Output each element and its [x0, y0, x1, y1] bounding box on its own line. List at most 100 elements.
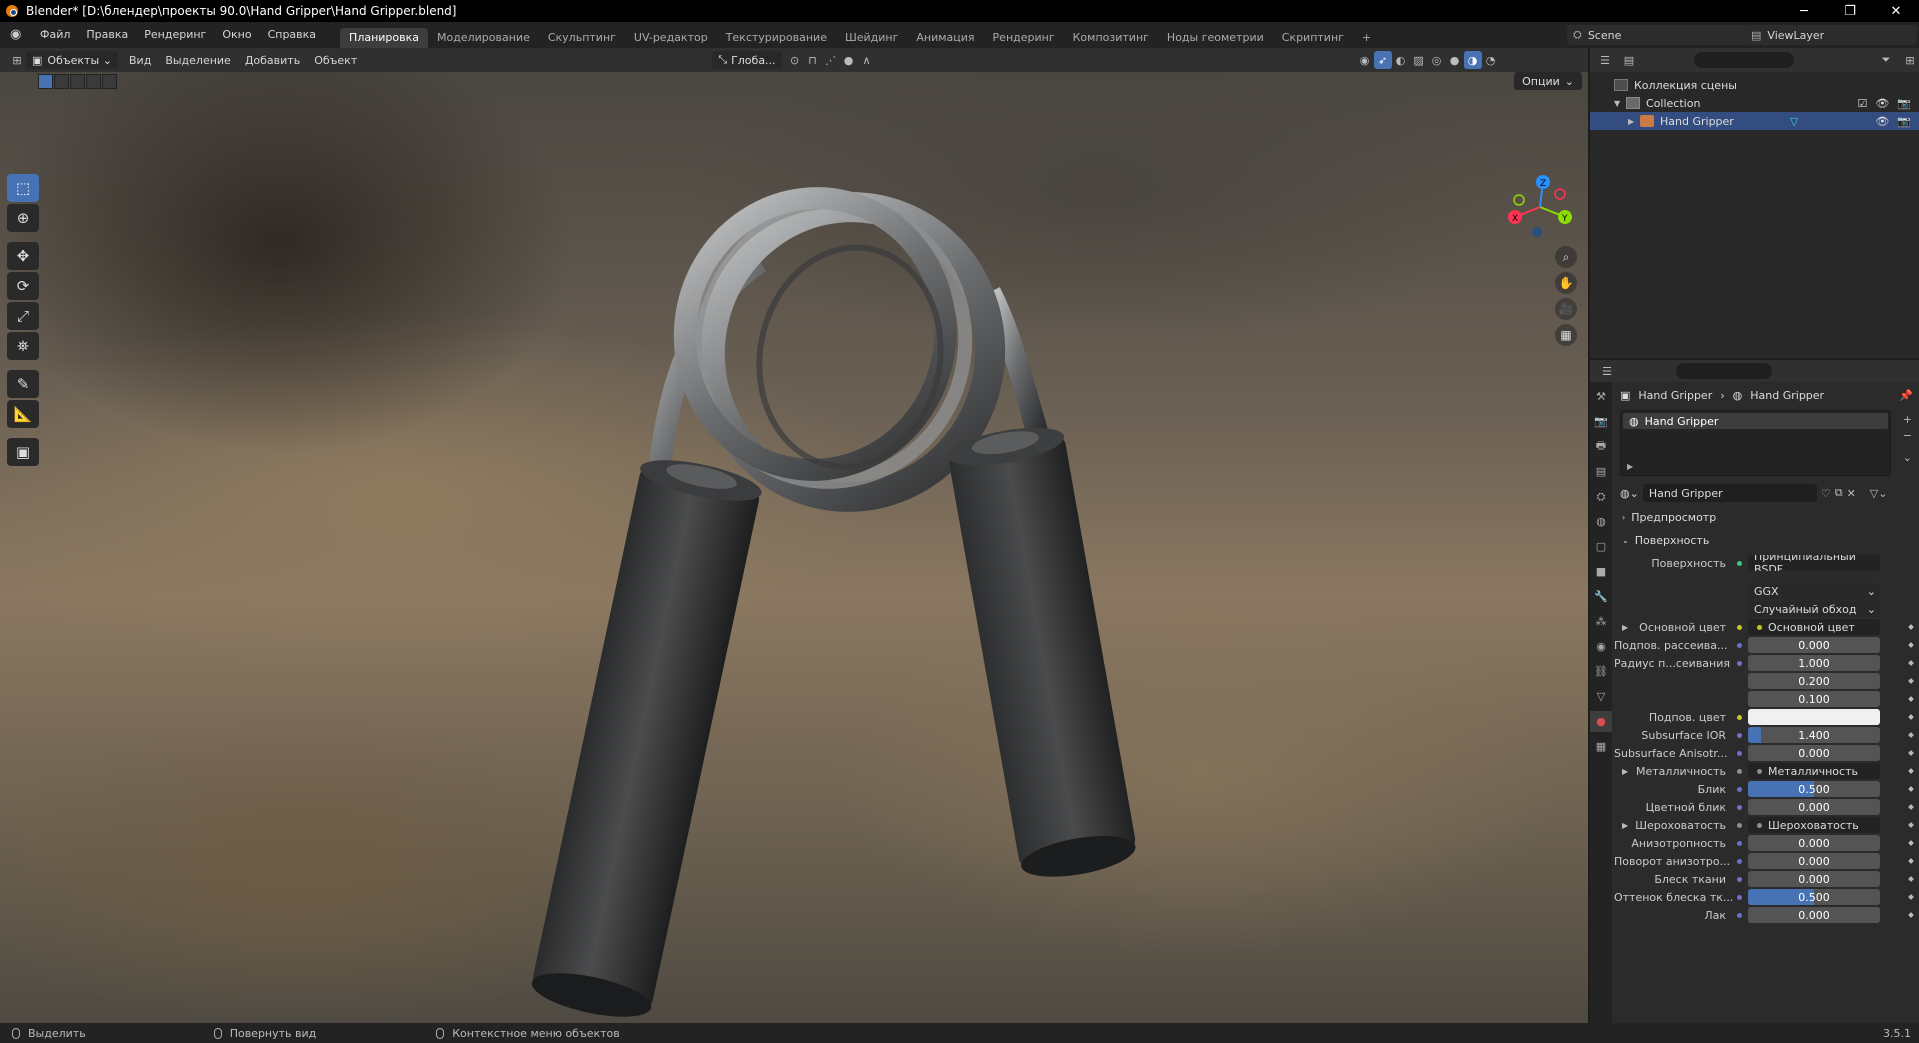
pan-hand-icon[interactable]: ✋ — [1555, 272, 1577, 294]
hand-gripper-model[interactable] — [0, 72, 1588, 1023]
add-workspace-button[interactable]: + — [1353, 28, 1380, 48]
filter-icon[interactable]: ⏷ — [1877, 51, 1895, 69]
measure-tool[interactable]: 📐 — [7, 400, 39, 428]
pivot-icon[interactable]: ⊙ — [786, 51, 804, 69]
rendered-shading-icon[interactable]: ◔ — [1482, 51, 1500, 69]
rotate-tool[interactable]: ⟳ — [7, 272, 39, 300]
maximize-button[interactable]: ❐ — [1827, 0, 1873, 22]
properties-search-input[interactable] — [1676, 363, 1772, 379]
keyframe-icon[interactable] — [1908, 804, 1914, 810]
keyframe-icon[interactable] — [1908, 696, 1914, 702]
keyframe-icon[interactable] — [1908, 678, 1914, 684]
socket-icon[interactable] — [1734, 820, 1744, 830]
object-tab-icon[interactable]: ■ — [1590, 561, 1612, 582]
scene-selector[interactable]: ⛭ Scene — [1567, 25, 1747, 45]
material-browse-icon[interactable]: ◍⌄ — [1620, 487, 1639, 500]
tab-shading[interactable]: Шейдинг — [836, 28, 907, 48]
tab-texture-paint[interactable]: Текстурирование — [717, 28, 836, 48]
gizmo-toggle-icon[interactable]: ➶ — [1373, 51, 1392, 69]
keyframe-icon[interactable] — [1908, 768, 1914, 774]
camera-icon[interactable]: 📷 — [1897, 115, 1911, 128]
unlink-material-icon[interactable]: ✕ — [1847, 487, 1856, 500]
menu-object[interactable]: Объект — [307, 54, 364, 67]
material-name-field[interactable]: Hand Gripper — [1642, 484, 1817, 502]
tab-animation[interactable]: Анимация — [907, 28, 983, 48]
socket-icon[interactable] — [1734, 838, 1744, 848]
socket-icon[interactable] — [1734, 784, 1744, 794]
keyframe-icon[interactable] — [1908, 822, 1914, 828]
snap-icon[interactable]: ⊓ — [804, 51, 822, 69]
surface-shader-field[interactable]: Принципиальный BSDF — [1748, 555, 1880, 571]
tab-uv-editing[interactable]: UV-редактор — [625, 28, 717, 48]
linked-input-field[interactable]: Шероховатость — [1748, 817, 1880, 833]
tab-compositing[interactable]: Композитинг — [1064, 28, 1158, 48]
grid-perspective-icon[interactable]: ▦ — [1555, 324, 1577, 346]
close-button[interactable]: ✕ — [1873, 0, 1919, 22]
number-field[interactable]: 1.400 — [1748, 727, 1880, 743]
keyframe-icon[interactable] — [1908, 876, 1914, 882]
keyframe-icon[interactable] — [1908, 732, 1914, 738]
material-type-icon[interactable]: ▽⌄ — [1870, 487, 1888, 500]
expand-arrow-icon[interactable]: ▶ — [1622, 623, 1628, 632]
material-preview-icon[interactable]: ◑ — [1463, 51, 1482, 69]
keyframe-icon[interactable] — [1908, 660, 1914, 666]
remove-slot-button[interactable]: − — [1903, 429, 1912, 442]
constraints-tab-icon[interactable]: ⛓ — [1590, 661, 1612, 682]
socket-icon[interactable] — [1734, 910, 1744, 920]
overlay-toggle-icon[interactable]: ◐ — [1392, 51, 1410, 69]
number-field[interactable]: 0.000 — [1748, 871, 1880, 887]
surface-panel-header[interactable]: ⌄ Поверхность — [1614, 530, 1919, 550]
keyframe-icon[interactable] — [1908, 642, 1914, 648]
socket-icon[interactable] — [1734, 712, 1744, 722]
editor-type-icon[interactable]: ☰ — [1598, 362, 1616, 380]
number-field[interactable]: 1.000 — [1748, 655, 1880, 671]
display-mode-icon[interactable]: ▤ — [1620, 51, 1638, 69]
zoom-icon[interactable]: ⌕ — [1555, 246, 1577, 268]
navigation-gizmo[interactable]: Y X Z — [1505, 172, 1575, 242]
keyframe-icon[interactable] — [1908, 912, 1914, 918]
socket-icon[interactable] — [1734, 640, 1744, 650]
blender-menu-icon[interactable]: ◉ — [10, 28, 24, 42]
render-tab-icon[interactable]: 📷 — [1590, 411, 1612, 432]
3d-viewport[interactable]: Опции ⌄ ⬚ ⊕ ✥ ⟳ ⤢ ⛯ ✎ 📐 ▣ Y X Z ⌕ ✋ 🎥 ▦ — [0, 72, 1588, 1023]
transform-tool[interactable]: ⛯ — [7, 332, 39, 360]
outliner-search-input[interactable] — [1694, 52, 1794, 68]
wireframe-shading-icon[interactable]: ◎ — [1428, 51, 1446, 69]
expand-arrow-icon[interactable]: ▶ — [1622, 821, 1628, 830]
menu-window[interactable]: Окно — [214, 22, 259, 48]
new-collection-icon[interactable]: ⊞ — [1901, 51, 1919, 69]
add-slot-button[interactable]: + — [1903, 413, 1912, 426]
socket-icon[interactable] — [1734, 892, 1744, 902]
xray-icon[interactable]: ▨ — [1410, 51, 1428, 69]
linked-input-field[interactable]: Основной цвет — [1748, 619, 1880, 635]
editor-type-icon[interactable]: ⊞ — [8, 51, 26, 69]
select-box-tool[interactable]: ⬚ — [7, 174, 39, 202]
number-field[interactable]: 0.000 — [1748, 799, 1880, 815]
minimize-button[interactable]: ─ — [1781, 0, 1827, 22]
checkbox-icon[interactable]: ☑ — [1857, 97, 1867, 110]
editor-type-icon[interactable]: ☰ — [1596, 51, 1614, 69]
keyframe-icon[interactable] — [1908, 858, 1914, 864]
data-tab-icon[interactable]: ▽ — [1590, 686, 1612, 707]
number-field[interactable]: 0.000 — [1748, 637, 1880, 653]
socket-icon[interactable] — [1734, 658, 1744, 668]
duplicate-material-icon[interactable]: ⧉ — [1835, 486, 1843, 500]
number-field[interactable]: 0.500 — [1748, 889, 1880, 905]
tab-modeling[interactable]: Моделирование — [428, 28, 539, 48]
menu-render[interactable]: Рендеринг — [136, 22, 214, 48]
move-tool[interactable]: ✥ — [7, 242, 39, 270]
material-slot-item[interactable]: ◍ Hand Gripper — [1623, 413, 1888, 429]
falloff-icon[interactable]: ∧ — [858, 51, 876, 69]
proportional-edit-icon[interactable]: ● — [840, 51, 858, 69]
annotate-tool[interactable]: ✎ — [7, 370, 39, 398]
view-layer-tab-icon[interactable]: ▤ — [1590, 461, 1612, 482]
camera-view-icon[interactable]: 🎥 — [1555, 298, 1577, 320]
socket-icon[interactable] — [1734, 802, 1744, 812]
scene-tab-icon[interactable]: ⛭ — [1590, 486, 1612, 507]
keyframe-icon[interactable] — [1908, 750, 1914, 756]
menu-help[interactable]: Справка — [260, 22, 324, 48]
transform-orientation-dropdown[interactable]: ⤡ Глоба... — [712, 51, 782, 69]
snap-target-icon[interactable]: ⋰ — [822, 51, 840, 69]
solid-shading-icon[interactable]: ● — [1446, 51, 1464, 69]
slot-specials-icon[interactable]: ⌄ — [1903, 451, 1912, 464]
